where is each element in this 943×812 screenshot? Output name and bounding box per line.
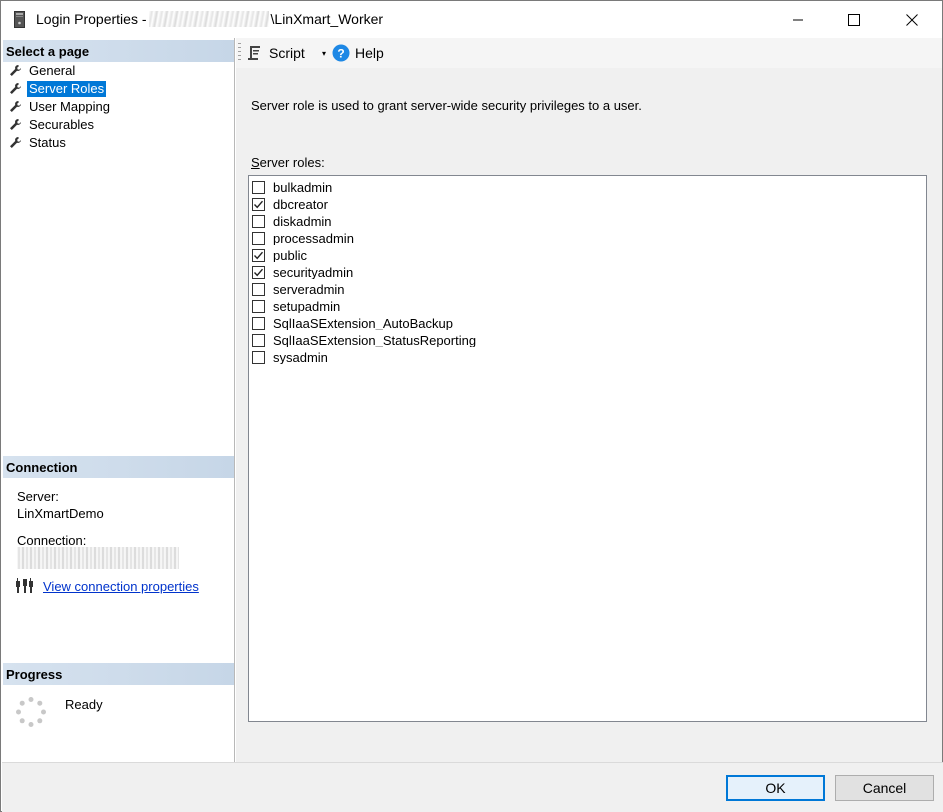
server-roles-label-mnemonic: S bbox=[251, 155, 260, 170]
server-role-name: bulkadmin bbox=[273, 181, 333, 194]
page-item-server-roles[interactable]: Server Roles bbox=[9, 80, 107, 97]
server-role-row[interactable]: diskadmin bbox=[252, 213, 332, 230]
page-item-label: Status bbox=[29, 134, 66, 150]
server-role-row[interactable]: setupadmin bbox=[252, 298, 340, 315]
page-item-label: Securables bbox=[29, 116, 95, 132]
server-role-checkbox[interactable] bbox=[252, 249, 265, 262]
server-role-row[interactable]: securityadmin bbox=[252, 264, 353, 281]
checkmark-icon bbox=[253, 251, 264, 260]
button-bar: OK Cancel bbox=[2, 762, 943, 812]
close-icon bbox=[906, 13, 918, 26]
cancel-button[interactable]: Cancel bbox=[835, 775, 934, 801]
server-role-checkbox[interactable] bbox=[252, 351, 265, 364]
server-role-checkbox[interactable] bbox=[252, 198, 265, 211]
progress-spinner-icon bbox=[16, 697, 46, 727]
minimize-button[interactable] bbox=[775, 1, 821, 38]
window-title-suffix: \LinXmart_Worker bbox=[270, 11, 384, 27]
page-item-status[interactable]: Status bbox=[9, 134, 68, 151]
page-item-label: User Mapping bbox=[29, 98, 110, 114]
server-role-name: diskadmin bbox=[273, 215, 332, 228]
server-role-name: setupadmin bbox=[273, 300, 341, 313]
server-role-row[interactable]: dbcreator bbox=[252, 196, 328, 213]
progress-status: Ready bbox=[65, 697, 103, 712]
page-item-user-mapping[interactable]: User Mapping bbox=[9, 98, 112, 115]
toolbar: Script ▾ ? Help bbox=[236, 38, 942, 68]
server-role-row[interactable]: SqlIaaSExtension_StatusReporting bbox=[252, 332, 476, 349]
wrench-icon bbox=[10, 65, 21, 76]
select-page-header: Select a page bbox=[3, 40, 234, 62]
checkmark-icon bbox=[253, 268, 264, 277]
server-role-checkbox[interactable] bbox=[252, 300, 265, 313]
server-roles-label-rest: erver roles: bbox=[259, 155, 325, 170]
help-icon: ? bbox=[332, 44, 350, 62]
right-panel: Script ▾ ? Help Server role is used to g… bbox=[236, 38, 942, 762]
login-properties-window: Login Properties - \LinXmart_Worker Sele… bbox=[0, 0, 943, 812]
server-roles-page: Server role is used to grant server-wide… bbox=[236, 68, 942, 762]
server-role-name: SqlIaaSExtension_AutoBackup bbox=[273, 317, 453, 330]
server-role-row[interactable]: serveradmin bbox=[252, 281, 345, 298]
connection-header: Connection bbox=[3, 456, 234, 478]
minimize-icon bbox=[793, 19, 803, 20]
server-role-row[interactable]: sysadmin bbox=[252, 349, 328, 366]
server-role-checkbox[interactable] bbox=[252, 181, 265, 194]
script-label: Script bbox=[269, 45, 305, 61]
window-title-prefix: Login Properties - bbox=[36, 11, 147, 27]
wrench-icon bbox=[10, 101, 21, 112]
connection-label: Connection: bbox=[17, 533, 87, 548]
server-role-name: dbcreator bbox=[273, 198, 328, 211]
server-role-checkbox[interactable] bbox=[252, 232, 265, 245]
server-role-name: public bbox=[273, 249, 307, 262]
maximize-button[interactable] bbox=[831, 1, 877, 38]
server-roles-label: Server roles: bbox=[251, 155, 325, 170]
close-button[interactable] bbox=[889, 1, 935, 38]
server-role-checkbox[interactable] bbox=[252, 317, 265, 330]
server-role-name: SqlIaaSExtension_StatusReporting bbox=[273, 334, 477, 347]
chevron-down-icon: ▾ bbox=[321, 48, 326, 58]
help-label: Help bbox=[355, 45, 384, 61]
checkmark-icon bbox=[253, 200, 264, 209]
wrench-icon bbox=[10, 137, 21, 148]
server-role-name: securityadmin bbox=[273, 266, 354, 279]
server-role-row[interactable]: SqlIaaSExtension_AutoBackup bbox=[252, 315, 453, 332]
svg-text:?: ? bbox=[337, 47, 344, 61]
title-bar: Login Properties - \LinXmart_Worker bbox=[1, 1, 942, 38]
connection-properties-icon bbox=[16, 578, 33, 593]
script-button[interactable]: Script bbox=[246, 42, 305, 64]
redacted-server-name bbox=[148, 11, 269, 27]
server-icon bbox=[14, 11, 25, 28]
server-role-row[interactable]: public bbox=[252, 247, 307, 264]
wrench-icon bbox=[10, 119, 21, 130]
server-value: LinXmartDemo bbox=[17, 506, 104, 521]
server-label: Server: bbox=[17, 489, 59, 504]
page-item-label: Server Roles bbox=[27, 80, 107, 97]
ok-button[interactable]: OK bbox=[726, 775, 825, 801]
wrench-icon bbox=[10, 83, 21, 94]
view-connection-properties[interactable]: View connection properties bbox=[15, 577, 199, 595]
server-role-row[interactable]: bulkadmin bbox=[252, 179, 332, 196]
server-role-checkbox[interactable] bbox=[252, 215, 265, 228]
help-button[interactable]: ? Help bbox=[332, 42, 384, 64]
server-roles-list: bulkadmin dbcreator diskadmin processadmin p… bbox=[248, 175, 927, 722]
server-role-name: serveradmin bbox=[273, 283, 345, 296]
server-role-row[interactable]: processadmin bbox=[252, 230, 354, 247]
page-item-general[interactable]: General bbox=[9, 62, 77, 79]
server-role-checkbox[interactable] bbox=[252, 283, 265, 296]
maximize-icon bbox=[848, 13, 860, 26]
server-role-name: sysadmin bbox=[273, 351, 328, 364]
script-icon bbox=[248, 46, 260, 60]
script-dropdown-button[interactable]: ▾ bbox=[319, 42, 329, 64]
page-item-label: General bbox=[29, 62, 76, 78]
left-panel: Select a page General Server Roles User … bbox=[2, 38, 235, 762]
window-title: Login Properties - \LinXmart_Worker bbox=[36, 11, 383, 27]
toolbar-grip[interactable] bbox=[238, 43, 241, 63]
redacted-connection-value bbox=[17, 547, 179, 569]
page-description: Server role is used to grant server-wide… bbox=[251, 98, 642, 113]
progress-header: Progress bbox=[3, 663, 234, 685]
view-connection-link[interactable]: View connection properties bbox=[43, 579, 199, 594]
server-role-name: processadmin bbox=[273, 232, 354, 245]
server-role-checkbox[interactable] bbox=[252, 334, 265, 347]
server-role-checkbox[interactable] bbox=[252, 266, 265, 279]
page-item-securables[interactable]: Securables bbox=[9, 116, 96, 133]
